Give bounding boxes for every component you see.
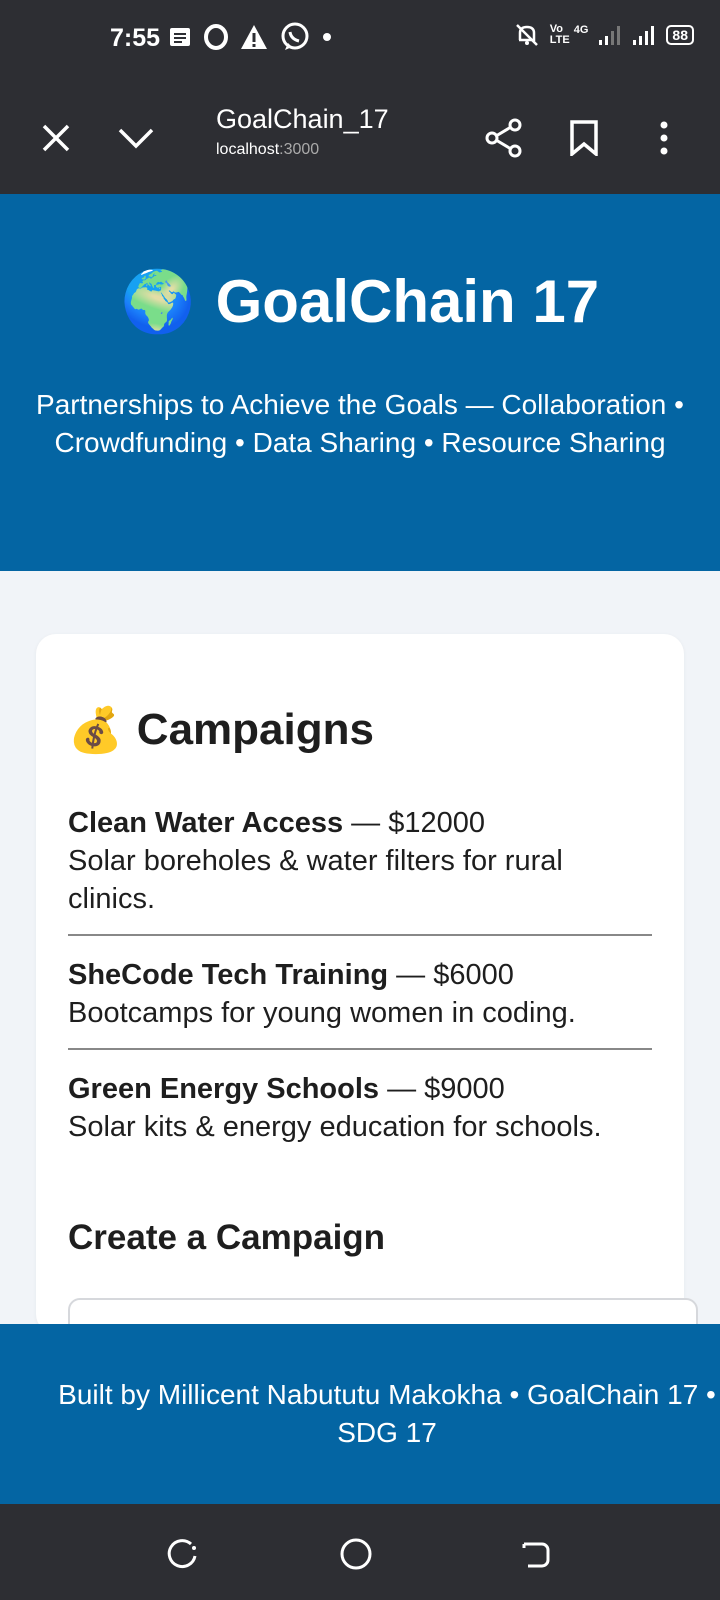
- campaign-description: Solar kits & energy education for school…: [68, 1111, 602, 1143]
- share-button[interactable]: [482, 116, 526, 160]
- footer-text: Built by Millicent Nabututu Makokha • Go…: [58, 1379, 716, 1448]
- dot-icon: [323, 33, 331, 41]
- campaign-description: Solar boreholes & water filters for rura…: [68, 845, 563, 915]
- back-icon: [522, 1542, 550, 1568]
- home-button[interactable]: [336, 1534, 376, 1574]
- signal-icon: [633, 26, 655, 45]
- url-host: localhost: [216, 141, 280, 158]
- alert-icon: [241, 25, 267, 49]
- campaign-name: Green Energy Schools: [68, 1073, 380, 1105]
- campaigns-heading-text: Campaigns: [136, 705, 374, 754]
- net-label: 4G: [573, 24, 589, 36]
- campaign-amount: $9000: [424, 1073, 505, 1105]
- minimize-button[interactable]: [114, 116, 158, 160]
- recents-icon: [167, 1539, 197, 1569]
- more-vertical-icon: [660, 121, 668, 155]
- site-title: GoalChain 17: [215, 268, 600, 335]
- money-bag-icon: 💰: [68, 706, 123, 755]
- home-icon: [340, 1538, 372, 1570]
- status-time: 7:55: [110, 24, 161, 52]
- campaign-separator: —: [379, 1073, 425, 1105]
- signal-icon: [599, 26, 621, 45]
- campaign-name: Clean Water Access: [68, 807, 344, 839]
- bookmark-button[interactable]: [562, 116, 606, 160]
- campaign-divider: [68, 1048, 652, 1050]
- campaigns-heading: 💰 Campaigns: [68, 704, 374, 756]
- bookmark-icon: [570, 120, 598, 156]
- globe-icon: 🌍: [120, 268, 196, 335]
- hero-subtitle: Partnerships to Achieve the Goals — Coll…: [36, 389, 684, 458]
- campaign-amount: $6000: [433, 959, 514, 991]
- url-port: :3000: [279, 141, 320, 158]
- page-url: localhost:3000: [216, 141, 389, 159]
- status-left-icons: [168, 22, 332, 52]
- campaign-item: Clean Water Access — $12000 Solar boreho…: [68, 804, 652, 918]
- browser-toolbar: GoalChain_17 localhost:3000: [0, 80, 720, 194]
- footer: Built by Millicent Nabututu Makokha • Go…: [0, 1324, 720, 1504]
- create-campaign-heading: Create a Campaign: [68, 1218, 386, 1257]
- campaign-divider: [68, 934, 652, 936]
- system-nav-bar: [0, 1504, 720, 1600]
- volte-label: Vo LTE: [549, 23, 570, 46]
- campaigns-card: 💰 Campaigns Clean Water Access — $12000 …: [36, 634, 698, 1362]
- page-title: GoalChain_17: [216, 104, 389, 134]
- opera-icon: [204, 24, 228, 50]
- close-icon: [42, 124, 70, 152]
- campaign-amount: $12000: [388, 807, 485, 839]
- mute-icon: [515, 24, 538, 46]
- hero-title-row: 🌍 GoalChain 17: [0, 266, 720, 337]
- campaign-description: Bootcamps for young women in coding.: [68, 997, 576, 1029]
- battery-icon: 88: [666, 25, 694, 45]
- page-title-block[interactable]: GoalChain_17 localhost:3000: [216, 104, 389, 159]
- campaign-name: SheCode Tech Training: [68, 959, 389, 991]
- campaign-separator: —: [343, 807, 389, 839]
- campaign-item: Green Energy Schools — $9000 Solar kits …: [68, 1070, 652, 1146]
- campaign-list: Clean Water Access — $12000 Solar boreho…: [68, 804, 652, 1146]
- share-icon: [485, 118, 522, 158]
- campaign-separator: —: [388, 959, 434, 991]
- whatsapp-icon: [281, 22, 309, 50]
- close-tab-button[interactable]: [34, 116, 78, 160]
- status-right-icons: Vo LTE 4G 88: [514, 22, 694, 48]
- hero-header: 🌍 GoalChain 17 Partnerships to Achieve t…: [0, 194, 720, 571]
- more-options-button[interactable]: [642, 116, 686, 160]
- back-button[interactable]: [516, 1534, 556, 1574]
- status-bar: 7:55 Vo LTE 4G 88: [0, 0, 720, 80]
- campaign-item: SheCode Tech Training — $6000 Bootcamps …: [68, 956, 652, 1032]
- chevron-down-icon: [118, 128, 154, 149]
- recents-button[interactable]: [163, 1534, 203, 1574]
- notes-icon: [170, 28, 190, 46]
